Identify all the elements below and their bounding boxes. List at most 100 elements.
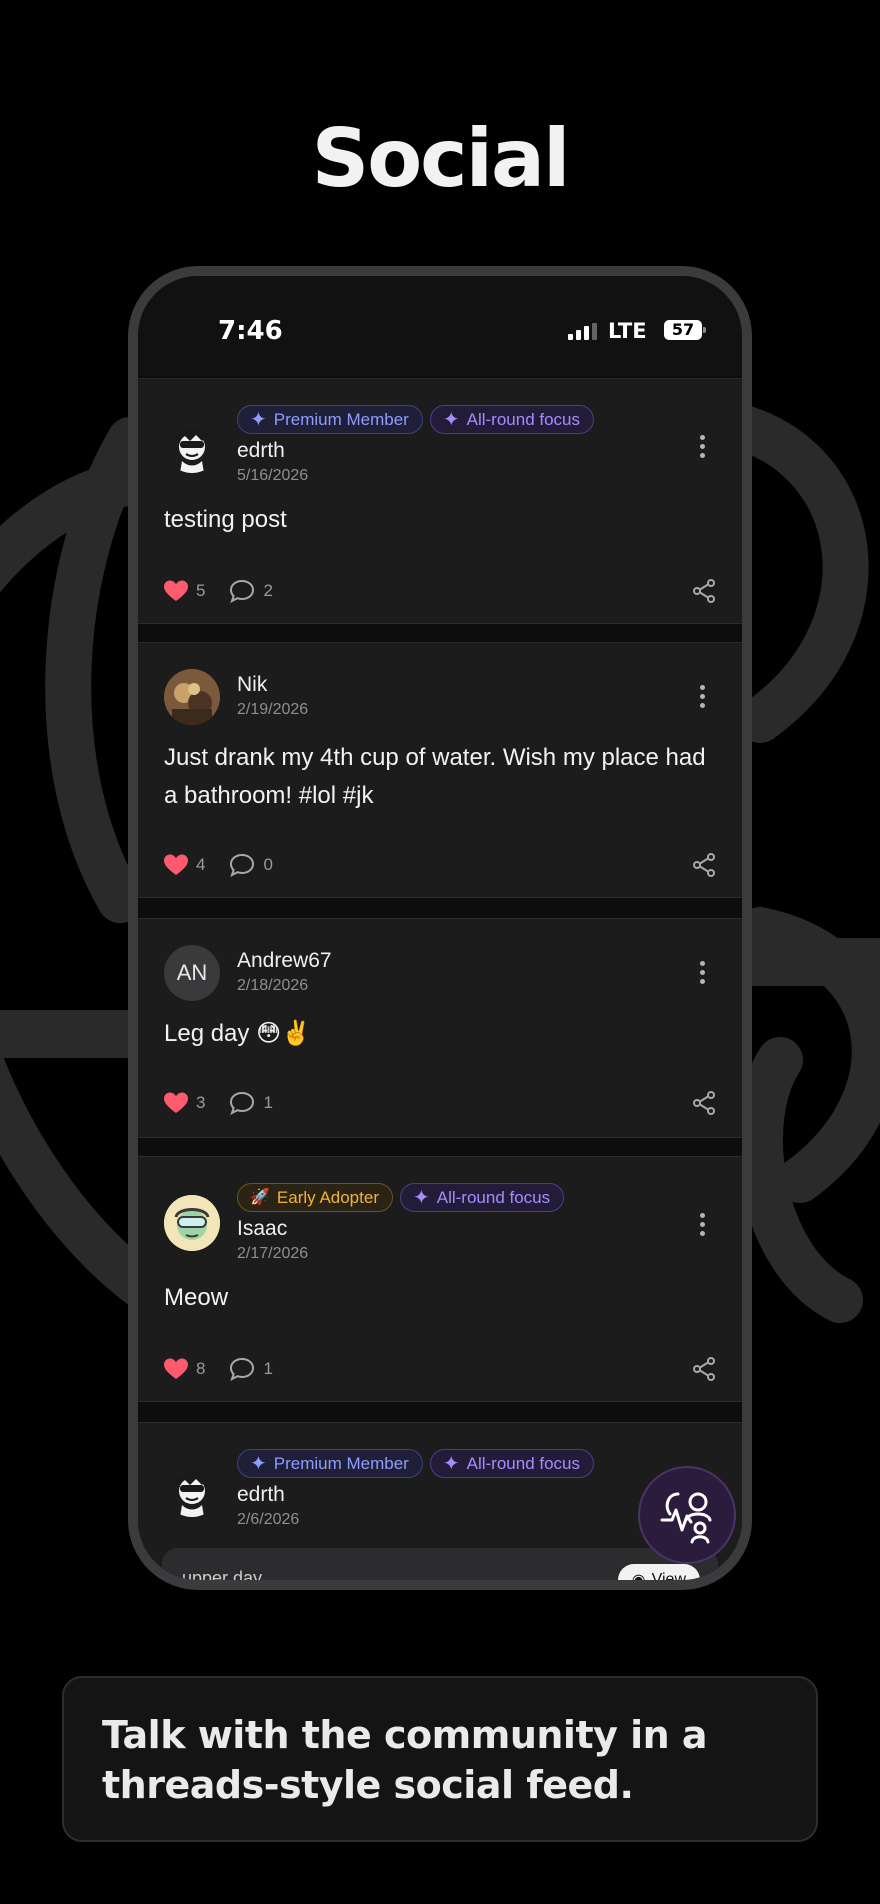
comment-icon [230, 1357, 255, 1381]
badge-all-round-focus: ✦ All-round focus [429, 1449, 595, 1478]
badge-all-round-focus: ✦ All-round focus [399, 1183, 565, 1212]
badge-list: ✦ Premium Member ✦ All-round focus [237, 405, 595, 434]
share-icon[interactable] [692, 1091, 716, 1115]
badge-label: All-round focus [436, 1187, 551, 1207]
comment-icon [230, 579, 255, 603]
badge-label: Early Adopter [276, 1187, 379, 1207]
post-content: Meow [164, 1284, 229, 1311]
post-card[interactable]: AN Andrew67 2/18/2026 Leg day 😳✌️ 3 1 [138, 918, 742, 1138]
avatar-image [164, 1195, 220, 1251]
avatar[interactable] [164, 1461, 220, 1517]
post-card[interactable]: 🚀 Early Adopter ✦ All-round focus Isaac … [138, 1156, 742, 1402]
post-date: 2/18/2026 [237, 977, 309, 994]
comment-count: 0 [263, 855, 273, 874]
comment-button[interactable]: 1 [229, 1357, 273, 1381]
more-icon[interactable] [700, 435, 706, 458]
badge-premium-member: ✦ Premium Member [237, 405, 423, 434]
post-username[interactable]: Andrew67 [237, 949, 332, 973]
signal-icon [568, 323, 597, 340]
post-username[interactable]: edrth [237, 439, 285, 463]
badge-label: All-round focus [466, 409, 581, 429]
badge-list: 🚀 Early Adopter ✦ All-round focus [237, 1183, 565, 1212]
badge-all-round-focus: ✦ All-round focus [429, 405, 595, 434]
status-bar: 7:46 LTE 57 [138, 276, 742, 376]
sparkle-icon: ✦ [250, 1452, 267, 1475]
sparkle-icon: ✦ [442, 1452, 460, 1475]
like-button[interactable]: 8 [164, 1358, 205, 1380]
social-feed[interactable]: ✦ Premium Member ✦ All-round focus edrth… [138, 378, 742, 1580]
badge-label: All-round focus [466, 1453, 581, 1473]
badge-list: ✦ Premium Member ✦ All-round focus [237, 1449, 595, 1478]
heart-icon [164, 580, 188, 601]
post-card[interactable]: ✦ Premium Member ✦ All-round focus edrth… [138, 378, 742, 624]
badge-label: Premium Member [273, 1453, 409, 1473]
share-icon[interactable] [692, 853, 716, 877]
avatar[interactable]: AN [164, 945, 220, 1001]
post-actions: 5 2 [164, 579, 297, 603]
comment-button[interactable]: 1 [229, 1091, 273, 1115]
new-post-fab[interactable] [638, 1466, 736, 1564]
share-icon[interactable] [692, 1357, 716, 1381]
post-content: Leg day 😳✌️ [164, 1020, 311, 1047]
media-attachment[interactable]: upper day ◉ View [162, 1548, 718, 1580]
view-button-label: View [651, 1571, 686, 1580]
post-actions: 4 0 [164, 853, 297, 877]
media-caption: upper day [182, 1568, 263, 1580]
avatar[interactable] [164, 669, 220, 725]
sparkle-icon: ✦ [250, 408, 267, 431]
post-date: 2/17/2026 [237, 1245, 309, 1262]
like-button[interactable]: 5 [164, 580, 205, 602]
heart-icon [164, 854, 188, 875]
battery-icon: 57 [664, 320, 706, 340]
avatar-image [164, 669, 220, 725]
comment-button[interactable]: 0 [229, 853, 273, 877]
avatar-image [174, 427, 210, 473]
phone-frame: 7:46 LTE 57 ✦ Premium Member ✦ All-round… [128, 266, 752, 1590]
like-button[interactable]: 3 [164, 1092, 205, 1114]
comment-icon [230, 1091, 255, 1115]
like-count: 5 [196, 581, 206, 600]
comment-count: 2 [263, 581, 273, 600]
post-content: Just drank my 4th cup of water. Wish my … [164, 744, 706, 809]
avatar[interactable] [164, 417, 220, 473]
sparkle-icon: ✦ [442, 408, 460, 431]
comment-icon [230, 853, 255, 877]
post-card[interactable]: Nik 2/19/2026 Just drank my 4th cup of w… [138, 642, 742, 898]
hero-title: Social [311, 112, 571, 205]
like-button[interactable]: 4 [164, 854, 205, 876]
more-icon[interactable] [700, 1213, 706, 1236]
comment-count: 1 [263, 1359, 273, 1378]
more-icon[interactable] [700, 685, 706, 708]
more-icon[interactable] [700, 961, 706, 984]
post-content: testing post [164, 506, 287, 533]
post-date: 5/16/2026 [237, 467, 309, 484]
comment-button[interactable]: 2 [229, 579, 273, 603]
share-icon[interactable] [692, 579, 716, 603]
eye-icon: ◉ [632, 1570, 646, 1580]
post-date: 2/19/2026 [237, 701, 309, 718]
like-count: 8 [196, 1359, 206, 1378]
comment-count: 1 [263, 1093, 273, 1112]
avatar-image [174, 1471, 210, 1517]
sparkle-icon: ✦ [412, 1186, 430, 1209]
post-username[interactable]: Isaac [237, 1217, 287, 1241]
fab-icon [660, 1492, 712, 1544]
view-button[interactable]: ◉ View [617, 1564, 700, 1580]
rocket-icon: 🚀 [250, 1188, 270, 1206]
caption-text: Talk with the community in a threads-sty… [102, 1713, 708, 1807]
post-actions: 3 1 [164, 1091, 297, 1115]
caption-box: Talk with the community in a threads-sty… [62, 1676, 818, 1842]
post-username[interactable]: Nik [237, 673, 267, 697]
status-time: 7:46 [218, 316, 283, 346]
heart-icon [164, 1092, 188, 1113]
like-count: 3 [196, 1093, 206, 1112]
badge-label: Premium Member [273, 409, 409, 429]
network-label: LTE [608, 319, 647, 343]
like-count: 4 [196, 855, 206, 874]
post-username[interactable]: edrth [237, 1483, 285, 1507]
badge-early-adopter: 🚀 Early Adopter [237, 1183, 393, 1212]
phone-screen: 7:46 LTE 57 ✦ Premium Member ✦ All-round… [138, 276, 742, 1580]
post-actions: 8 1 [164, 1357, 297, 1381]
avatar[interactable] [164, 1195, 220, 1251]
badge-premium-member: ✦ Premium Member [237, 1449, 423, 1478]
